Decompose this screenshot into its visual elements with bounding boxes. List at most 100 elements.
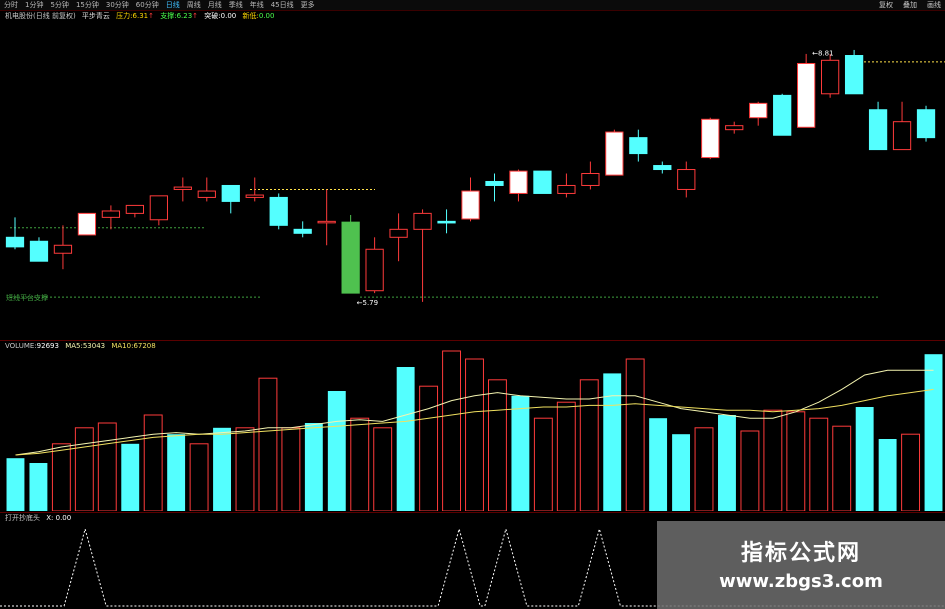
pressure-label: 压力: xyxy=(116,12,133,20)
candle-body xyxy=(653,165,672,171)
volume-bar xyxy=(327,391,346,511)
candle-body xyxy=(197,190,216,198)
volume-bar xyxy=(6,458,25,511)
volume-bar xyxy=(465,358,484,511)
volume-bar xyxy=(97,422,117,511)
low-label: 新低: xyxy=(242,12,259,20)
candle-body xyxy=(461,190,480,220)
period-tab[interactable]: 分时 xyxy=(4,1,18,9)
volume-bar xyxy=(649,418,668,511)
candle-body xyxy=(868,109,888,151)
volume-bar xyxy=(694,427,714,511)
candle-body xyxy=(557,184,576,194)
candle-body xyxy=(437,220,456,224)
candle-body xyxy=(749,102,768,119)
period-tab[interactable]: 日线 xyxy=(166,1,180,9)
period-tab[interactable]: 月线 xyxy=(208,1,222,9)
candle-body xyxy=(413,212,432,230)
candle-body xyxy=(317,220,336,224)
support-value: 6.23 xyxy=(176,12,193,20)
candle-body xyxy=(389,228,408,238)
volume-bar xyxy=(281,427,301,511)
candle-body xyxy=(820,59,840,95)
candle-body xyxy=(916,109,936,139)
candle-body xyxy=(892,121,912,151)
candle-body xyxy=(221,184,240,202)
period-tab[interactable]: 60分钟 xyxy=(136,1,159,9)
candle-body xyxy=(293,228,312,234)
volume-bar xyxy=(29,463,48,511)
volume-bar xyxy=(786,411,806,511)
high-price-label: ←8.81 xyxy=(812,50,833,58)
volume-chart[interactable] xyxy=(0,341,945,511)
indicator-name: 平步青云 xyxy=(81,12,110,20)
volume-bar xyxy=(672,434,691,511)
volume-bar xyxy=(51,443,71,511)
candle-body xyxy=(701,118,720,159)
candle-body xyxy=(773,94,792,136)
period-tab[interactable]: 15分钟 xyxy=(76,1,99,9)
period-tab[interactable]: 1分钟 xyxy=(25,1,43,9)
volume-bar xyxy=(718,415,736,511)
period-tabs: 分时 1分钟 5分钟 15分钟 30分钟 60分钟 日线 周线 月线 季线 年线 45日线 更多 xyxy=(4,0,322,10)
period-tab[interactable]: 周线 xyxy=(187,1,201,9)
volume-bar xyxy=(556,401,576,511)
candle-body xyxy=(125,204,145,214)
volume-bar xyxy=(901,433,921,511)
stock-title: 机电股份(日线 前复权) xyxy=(5,12,76,20)
candle-body xyxy=(485,180,504,186)
watermark-url: www.zbgs3.com xyxy=(719,571,883,592)
candle-body xyxy=(677,169,696,190)
toolbar-button[interactable]: 叠加 xyxy=(903,1,917,9)
volume-bar xyxy=(533,417,553,511)
watermark: 指标公式网 www.zbgs3.com xyxy=(657,521,945,609)
candle-body xyxy=(173,186,192,190)
candle-body xyxy=(341,221,360,294)
candle-body xyxy=(629,137,648,155)
candle-body xyxy=(149,195,168,221)
period-tab[interactable]: 季线 xyxy=(229,1,243,9)
volume-bar xyxy=(924,354,943,511)
volume-bar xyxy=(304,423,323,511)
breakout-label: 突破: xyxy=(204,12,221,20)
period-tab[interactable]: 30分钟 xyxy=(106,1,129,9)
candle-body xyxy=(581,173,600,186)
period-tab[interactable]: 45日线 xyxy=(271,1,294,9)
volume-bar xyxy=(832,425,852,511)
pressure-value: 6.31 xyxy=(132,12,149,20)
volume-bar xyxy=(235,427,255,511)
candle-body xyxy=(797,62,816,128)
volume-bar xyxy=(603,373,622,511)
volume-bar xyxy=(213,427,231,511)
volume-bar xyxy=(373,427,393,511)
candle-body xyxy=(5,236,25,248)
watermark-title: 指标公式网 xyxy=(740,541,861,566)
toolbar-button[interactable]: 复权 xyxy=(879,1,893,9)
period-tab[interactable]: 更多 xyxy=(301,1,315,9)
support-label: 支撑: xyxy=(160,12,177,20)
pressure-up-arrow-icon: ↑ xyxy=(148,12,154,20)
volume-bar xyxy=(419,385,439,511)
volume-bar xyxy=(855,407,874,511)
candle-body xyxy=(365,248,384,292)
toolbar-button[interactable]: 画线 xyxy=(927,1,941,9)
support-up-arrow-icon: ↑ xyxy=(192,12,199,20)
candle-body xyxy=(245,194,264,198)
period-tab[interactable]: 年线 xyxy=(250,1,264,9)
candle-body xyxy=(725,125,744,131)
candle-body xyxy=(29,240,49,262)
candle-body xyxy=(53,244,73,254)
toolbar-right: 复权 叠加 画线 xyxy=(869,0,941,10)
candle-body xyxy=(605,131,624,176)
volume-bar xyxy=(143,414,163,511)
volume-bar xyxy=(878,439,897,511)
volume-bar xyxy=(350,417,370,511)
candlestick-chart[interactable]: ←8.81 ←5.79 短线平台支撑 xyxy=(0,20,945,340)
volume-bar xyxy=(740,430,760,511)
period-tab[interactable]: 5分钟 xyxy=(50,1,68,9)
candle-body xyxy=(101,210,121,218)
breakout-value: 0.00 xyxy=(220,12,237,20)
candle-body xyxy=(77,212,97,236)
period-toolbar: 分时 1分钟 5分钟 15分钟 30分钟 60分钟 日线 周线 月线 季线 年线 45日线 更多 复权 叠… xyxy=(0,0,945,11)
volume-bar xyxy=(189,443,209,511)
